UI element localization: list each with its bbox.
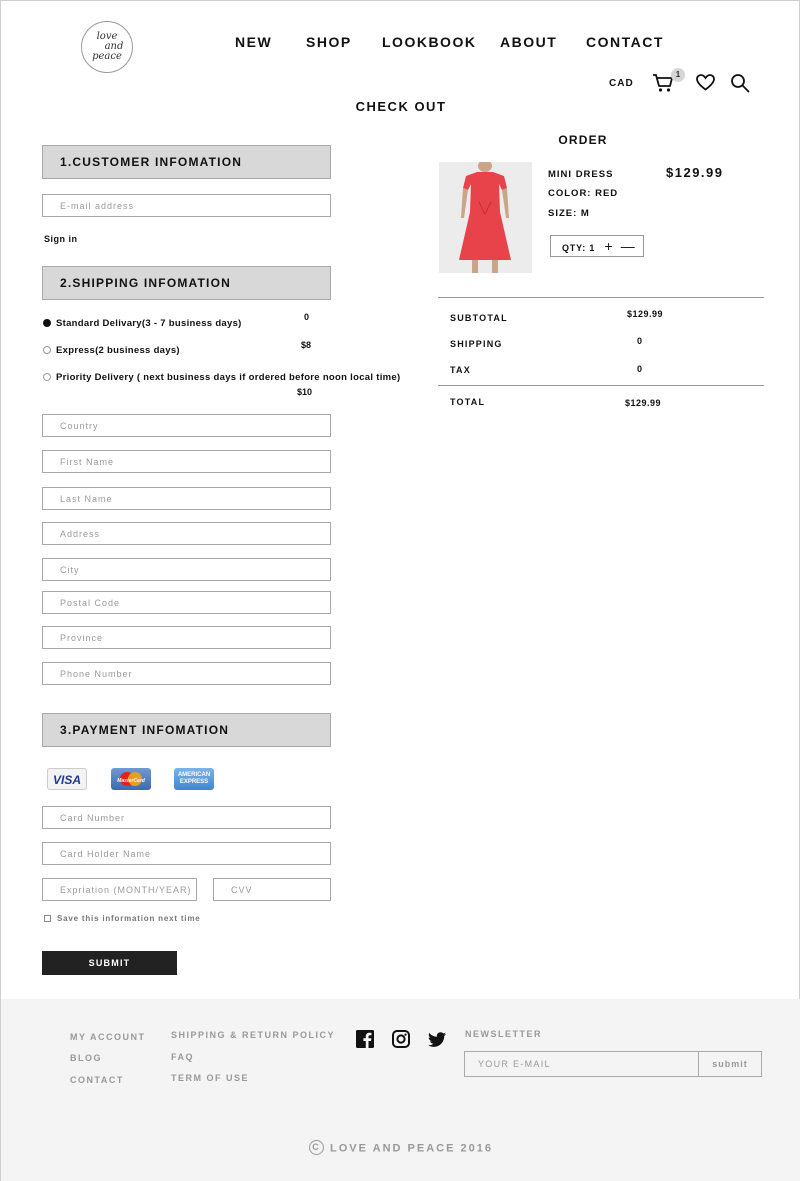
last-name-field[interactable] bbox=[42, 487, 331, 510]
country-field[interactable] bbox=[42, 414, 331, 437]
product-price: $129.99 bbox=[666, 165, 724, 180]
shipping-standard-price: 0 bbox=[304, 312, 310, 322]
product-name: MINI DRESS bbox=[548, 169, 614, 180]
amex-card-logo[interactable]: AMERICAN EXPRESS bbox=[174, 768, 214, 790]
nav-new[interactable]: NEW bbox=[235, 34, 272, 50]
shipping-info-heading: 2.SHIPPING INFOMATION bbox=[42, 266, 331, 300]
facebook-icon[interactable] bbox=[356, 1030, 374, 1048]
dress-illustration bbox=[439, 162, 532, 273]
product-size: SIZE: M bbox=[548, 208, 590, 219]
footer-link-shipping-return[interactable]: SHIPPING & RETURN POLICY bbox=[171, 1030, 335, 1040]
shipping-standard-radio[interactable] bbox=[43, 319, 51, 327]
save-info-checkbox[interactable] bbox=[44, 915, 51, 922]
shipping-express-label: Express(2 business days) bbox=[56, 345, 180, 356]
quantity-label: QTY: 1 bbox=[562, 243, 596, 253]
visa-card-logo[interactable]: VISA bbox=[47, 768, 87, 790]
card-number-field[interactable] bbox=[42, 806, 331, 829]
shipping-priority-price: $10 bbox=[297, 387, 313, 397]
mastercard-label: MasterCard bbox=[117, 778, 145, 784]
footer-link-contact[interactable]: CONTACT bbox=[70, 1075, 124, 1085]
footer-link-blog[interactable]: BLOG bbox=[70, 1053, 102, 1063]
save-info-label: Save this information next time bbox=[57, 914, 201, 923]
quantity-plus-button[interactable]: + bbox=[604, 238, 613, 254]
newsletter-email-input[interactable] bbox=[464, 1051, 699, 1077]
logo[interactable]: love and peace bbox=[81, 21, 133, 73]
shipping-priority-label: Priority Delivery ( next business days i… bbox=[56, 372, 401, 383]
copyright: C LOVE AND PEACE 2016 bbox=[1, 1140, 800, 1156]
customer-info-heading: 1.CUSTOMER INFOMATION bbox=[42, 145, 331, 179]
phone-number-field[interactable] bbox=[42, 662, 331, 685]
email-field[interactable] bbox=[42, 194, 331, 217]
shipping-cost-label: SHIPPING bbox=[450, 339, 503, 349]
newsletter-submit-button[interactable]: submit bbox=[698, 1051, 762, 1077]
summary-divider-top bbox=[438, 297, 764, 298]
submit-button[interactable]: SUBMIT bbox=[42, 951, 177, 975]
search-icon[interactable] bbox=[730, 73, 750, 93]
province-field[interactable] bbox=[42, 626, 331, 649]
total-value: $129.99 bbox=[625, 398, 662, 408]
subtotal-value: $129.99 bbox=[627, 309, 664, 319]
sign-in-link[interactable]: Sign in bbox=[44, 234, 78, 244]
quantity-minus-button[interactable]: — bbox=[621, 238, 636, 254]
product-color: COLOR: RED bbox=[548, 188, 619, 199]
tax-value: 0 bbox=[637, 364, 643, 374]
currency-selector[interactable]: CAD bbox=[609, 78, 634, 89]
mastercard-logo[interactable]: MasterCard bbox=[111, 768, 151, 790]
copyright-icon: C bbox=[309, 1140, 325, 1155]
first-name-field[interactable] bbox=[42, 450, 331, 473]
shipping-priority-radio[interactable] bbox=[43, 373, 51, 381]
page-title: CHECK OUT bbox=[355, 99, 447, 114]
card-holder-field[interactable] bbox=[42, 842, 331, 865]
footer-link-faq[interactable]: FAQ bbox=[171, 1052, 194, 1062]
city-field[interactable] bbox=[42, 558, 331, 581]
nav-contact[interactable]: CONTACT bbox=[586, 34, 664, 50]
product-image[interactable] bbox=[439, 162, 532, 273]
shipping-cost-value: 0 bbox=[637, 336, 643, 346]
footer-link-my-account[interactable]: MY ACCOUNT bbox=[70, 1032, 146, 1042]
footer-link-terms[interactable]: TERM OF USE bbox=[171, 1073, 249, 1083]
expiration-field[interactable] bbox=[42, 878, 197, 901]
copyright-text: LOVE AND PEACE 2016 bbox=[330, 1142, 493, 1155]
logo-line-3: peace bbox=[92, 51, 122, 62]
newsletter-title: NEWSLETTER bbox=[465, 1029, 542, 1039]
cart-count-badge: 1 bbox=[671, 68, 685, 82]
subtotal-label: SUBTOTAL bbox=[450, 313, 508, 323]
shipping-standard-label: Standard Delivary(3 - 7 business days) bbox=[56, 318, 242, 329]
tax-label: TAX bbox=[450, 365, 471, 375]
payment-info-heading: 3.PAYMENT INFOMATION bbox=[42, 713, 331, 747]
nav-about[interactable]: ABOUT bbox=[500, 34, 557, 50]
summary-divider-bottom bbox=[438, 385, 764, 386]
total-label: TOTAL bbox=[450, 397, 486, 407]
shipping-express-price: $8 bbox=[301, 340, 312, 350]
nav-shop[interactable]: SHOP bbox=[306, 34, 352, 50]
twitter-icon[interactable] bbox=[428, 1031, 446, 1049]
heart-icon[interactable] bbox=[696, 74, 715, 91]
cvv-field[interactable] bbox=[213, 878, 331, 901]
nav-lookbook[interactable]: LOOKBOOK bbox=[382, 34, 476, 50]
shipping-express-radio[interactable] bbox=[43, 346, 51, 354]
order-title: ORDER bbox=[558, 133, 608, 147]
address-field[interactable] bbox=[42, 522, 331, 545]
instagram-icon[interactable] bbox=[392, 1030, 410, 1048]
postal-code-field[interactable] bbox=[42, 591, 331, 614]
quantity-stepper: QTY: 1 + — bbox=[550, 235, 644, 257]
